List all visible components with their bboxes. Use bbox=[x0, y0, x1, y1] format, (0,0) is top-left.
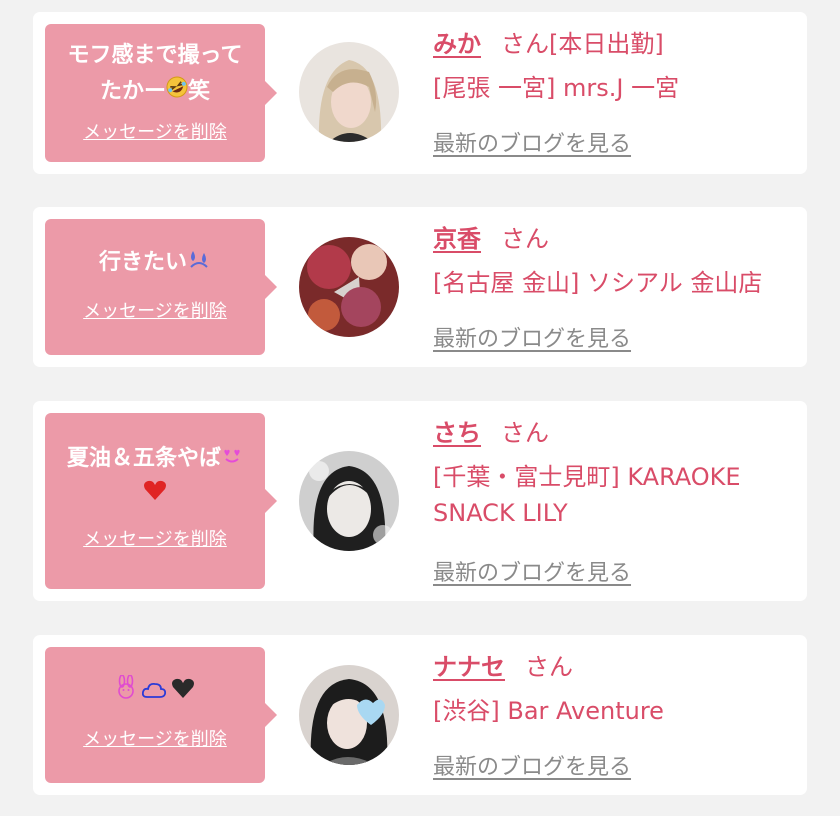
delete-message-link[interactable]: メッセージを削除 bbox=[83, 118, 227, 144]
list-item: 夏油＆五条やば メッセージを削除 さち さん [千葉・富士見町] KARAOKE… bbox=[33, 401, 807, 601]
message-line: 行きたい bbox=[53, 245, 257, 281]
shop-info: [渋谷] Bar Aventure bbox=[433, 697, 664, 725]
message-line: 夏油＆五条やば bbox=[53, 441, 257, 477]
honorific: さん bbox=[525, 653, 573, 681]
honorific: さん bbox=[501, 419, 549, 447]
delete-message-link[interactable]: メッセージを削除 bbox=[83, 297, 227, 323]
avatar[interactable] bbox=[299, 665, 399, 765]
message-bubble: メッセージを削除 bbox=[45, 647, 277, 783]
profile-info: ナナセ さん [渋谷] Bar Aventure bbox=[433, 649, 797, 729]
latest-blog-link[interactable]: 最新のブログを見る bbox=[433, 321, 631, 353]
delete-message-link[interactable]: メッセージを削除 bbox=[83, 725, 227, 751]
list-item: 行きたい メッセージを削除 京香 さん [名古屋 金山] ソシアル 金山店 最新… bbox=[33, 207, 807, 367]
delete-message-link[interactable]: メッセージを削除 bbox=[83, 525, 227, 551]
red-heart-emoji-icon bbox=[143, 477, 167, 513]
message-list: モフ感まで撮って たかー 笑 メッセージを削除 みか さん[本日出勤] [尾張 … bbox=[0, 0, 840, 816]
message-line: モフ感まで撮って bbox=[67, 43, 243, 68]
cast-name-link[interactable]: さち bbox=[433, 419, 481, 447]
profile-info: さち さん [千葉・富士見町] KARAOKE SNACK LILY bbox=[433, 415, 797, 531]
list-item: メッセージを削除 ナナセ さん [渋谷] Bar Aventure 最新のブログを… bbox=[33, 635, 807, 795]
latest-blog-link[interactable]: 最新のブログを見る bbox=[433, 126, 631, 158]
rolling-on-floor-laughing-emoji-icon bbox=[166, 74, 188, 110]
message-line bbox=[53, 674, 257, 711]
list-item: モフ感まで撮って たかー 笑 メッセージを削除 みか さん[本日出勤] [尾張 … bbox=[33, 12, 807, 174]
profile-info: 京香 さん [名古屋 金山] ソシアル 金山店 bbox=[433, 221, 797, 301]
shop-info: [尾張 一宮] mrs.J 一宮 bbox=[433, 74, 680, 102]
cast-name-link[interactable]: 京香 bbox=[433, 225, 481, 253]
message-bubble: 夏油＆五条やば メッセージを削除 bbox=[45, 413, 277, 589]
message-line: たかー 笑 bbox=[53, 74, 257, 110]
avatar[interactable] bbox=[299, 42, 399, 142]
avatar[interactable] bbox=[299, 237, 399, 337]
message-bubble: モフ感まで撮って たかー 笑 メッセージを削除 bbox=[45, 24, 277, 162]
message-bubble: 行きたい メッセージを削除 bbox=[45, 219, 277, 355]
status-badge: [本日出勤] bbox=[549, 30, 664, 58]
honorific: さん bbox=[501, 30, 549, 58]
profile-info: みか さん[本日出勤] [尾張 一宮] mrs.J 一宮 bbox=[433, 26, 797, 106]
cast-name-link[interactable]: みか bbox=[433, 30, 481, 58]
message-text bbox=[53, 647, 257, 711]
shop-info: [名古屋 金山] ソシアル 金山店 bbox=[433, 269, 763, 297]
message-text: モフ感まで撮って たかー 笑 bbox=[53, 24, 257, 110]
cast-name-link[interactable]: ナナセ bbox=[433, 653, 505, 681]
black-heart-emoji-icon bbox=[171, 675, 195, 711]
honorific: さん bbox=[501, 225, 549, 253]
sweat-droplets-emoji-icon bbox=[187, 245, 211, 281]
avatar[interactable] bbox=[299, 451, 399, 551]
latest-blog-link[interactable]: 最新のブログを見る bbox=[433, 555, 631, 587]
cloud-emoji-icon bbox=[141, 675, 167, 711]
message-text: 行きたい bbox=[53, 219, 257, 281]
heart-eyes-emoji-icon bbox=[221, 441, 243, 477]
message-line bbox=[53, 477, 257, 513]
latest-blog-link[interactable]: 最新のブログを見る bbox=[433, 749, 631, 781]
rabbit-face-emoji-icon bbox=[115, 674, 137, 711]
message-text: 夏油＆五条やば bbox=[53, 413, 257, 513]
shop-info: [千葉・富士見町] KARAOKE SNACK LILY bbox=[433, 463, 741, 527]
